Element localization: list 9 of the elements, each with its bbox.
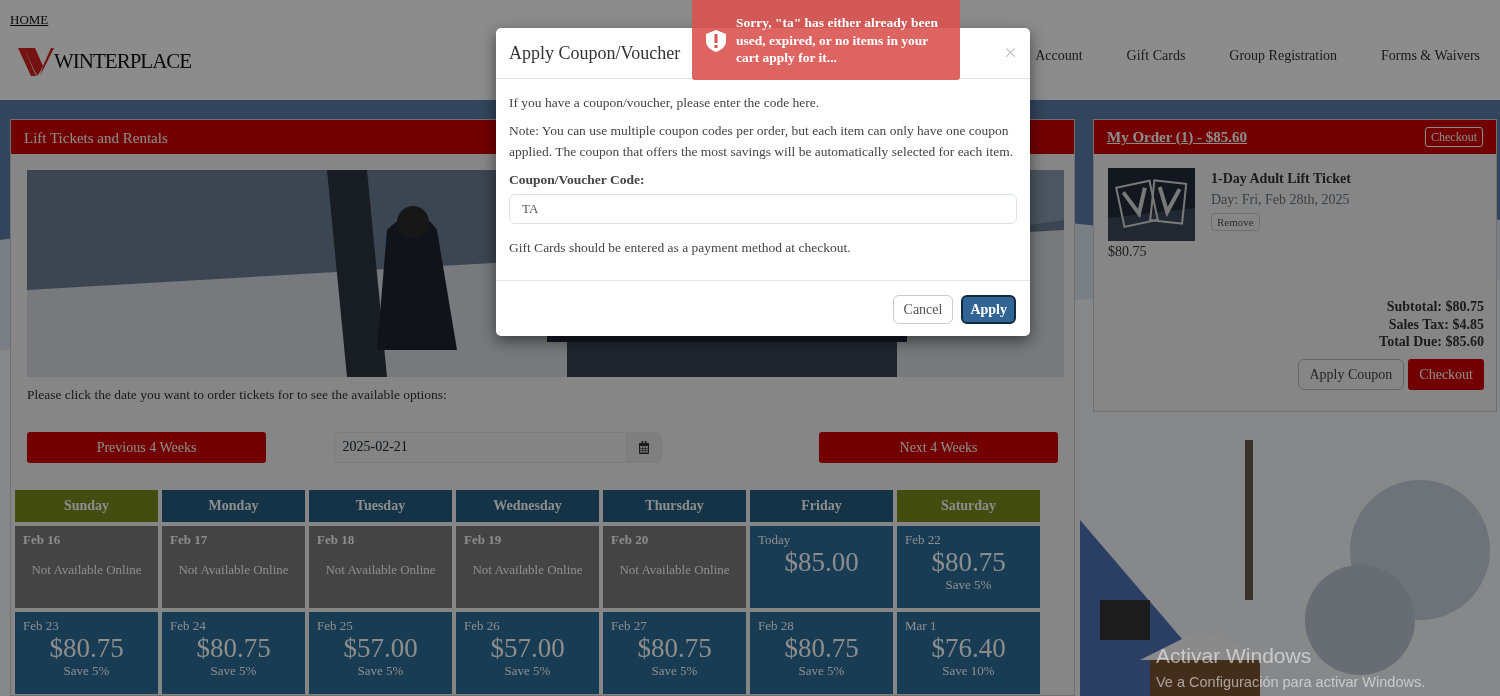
nav-link[interactable]: Forms & Waivers: [1381, 45, 1480, 66]
home-link[interactable]: HOME: [10, 10, 49, 30]
error-message: Sorry, "ta" has either already been used, expired, or no items in your cart apply for it...: [736, 14, 939, 67]
nav-link[interactable]: Account: [1035, 45, 1083, 66]
shield-icon: [706, 30, 726, 52]
nav-link[interactable]: Gift Cards: [1126, 45, 1186, 66]
dialog-title: Apply Coupon/Voucher: [509, 42, 681, 65]
logo[interactable]: WINTERPLACE: [18, 45, 192, 78]
nav-link[interactable]: Group Registration: [1229, 45, 1338, 66]
